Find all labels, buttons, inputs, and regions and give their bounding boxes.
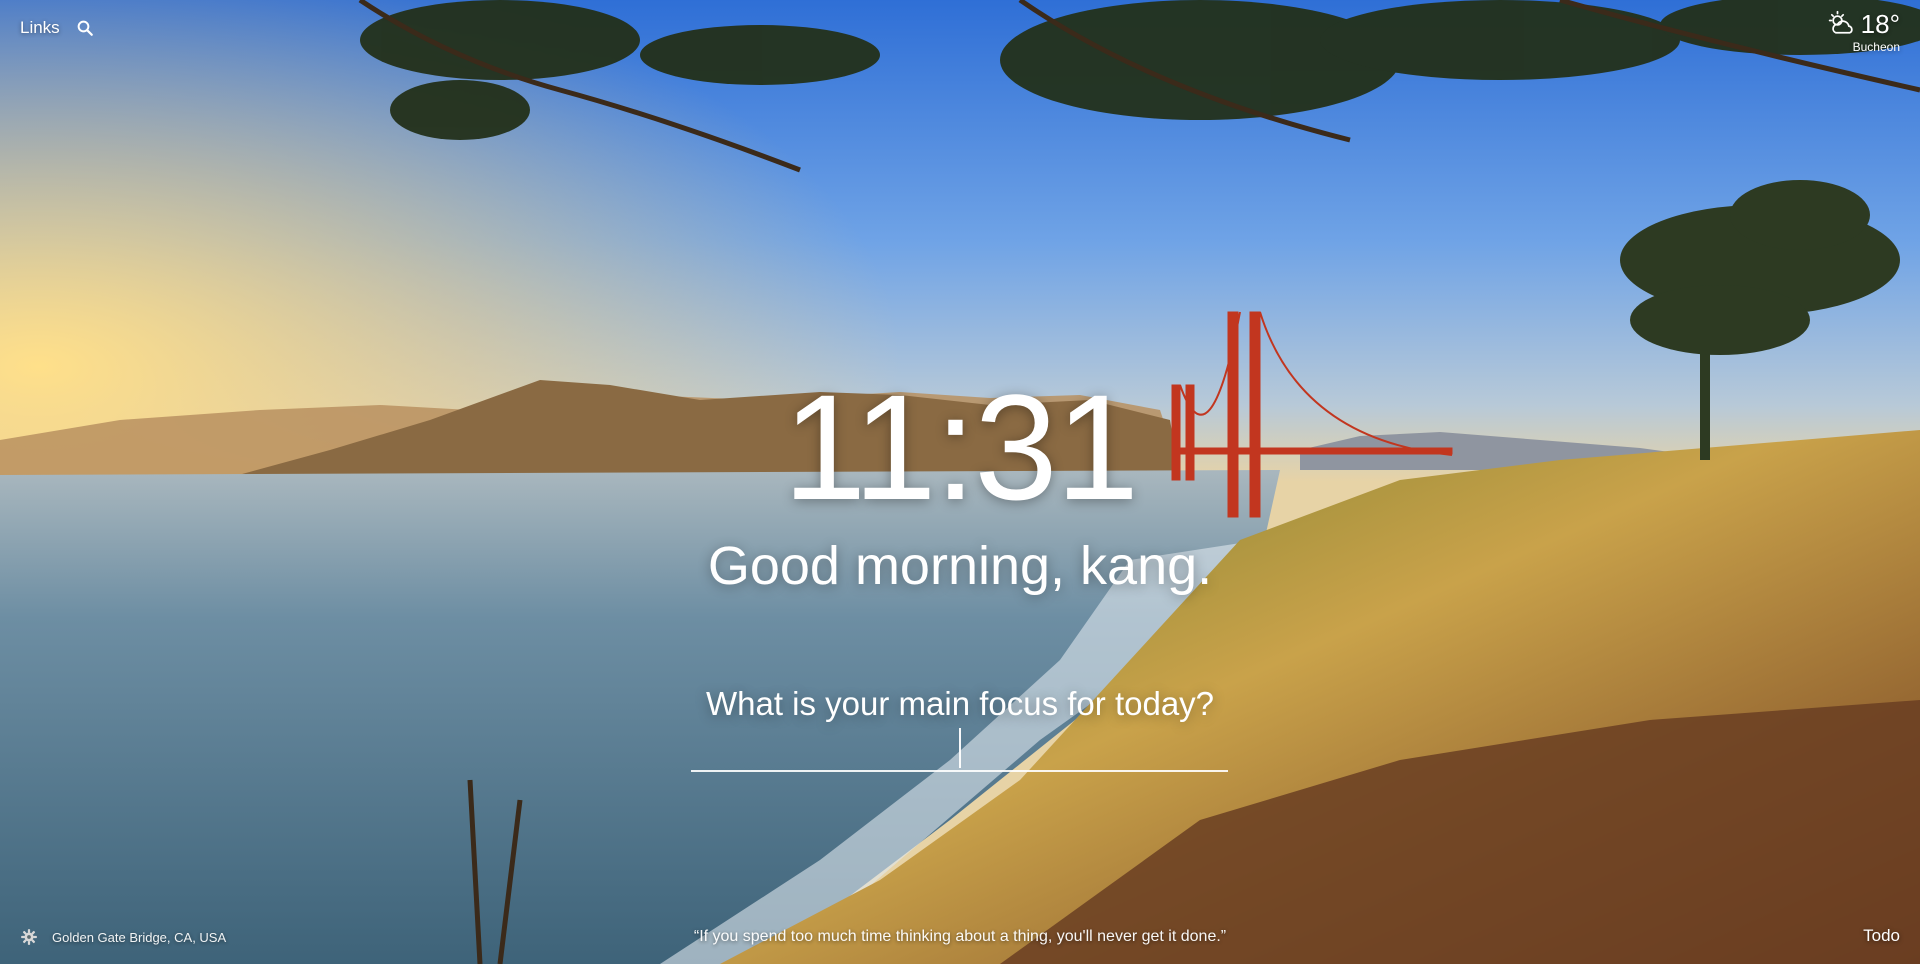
temperature: 18°	[1860, 9, 1900, 39]
search-icon[interactable]	[76, 19, 94, 37]
links-button[interactable]: Links	[20, 18, 60, 38]
weather-widget[interactable]: 18° Bucheon	[1827, 10, 1900, 54]
weather-row: 18°	[1827, 10, 1900, 38]
clock[interactable]: 11:31	[0, 372, 1920, 522]
dashboard-overlay: Links 18° Bucheon 11:31 Good morning, ka…	[0, 0, 1920, 964]
greeting: Good morning, kang.	[707, 536, 1213, 596]
partly-cloudy-icon	[1828, 10, 1853, 34]
focus-question: What is your main focus for today?	[705, 685, 1215, 722]
top-left-bar: Links	[20, 18, 94, 38]
daily-quote[interactable]: “If you spend too much time thinking abo…	[0, 928, 1920, 946]
todo-button[interactable]: Todo	[1863, 926, 1900, 946]
weather-location: Bucheon	[1852, 40, 1900, 54]
text-caret	[959, 728, 961, 768]
